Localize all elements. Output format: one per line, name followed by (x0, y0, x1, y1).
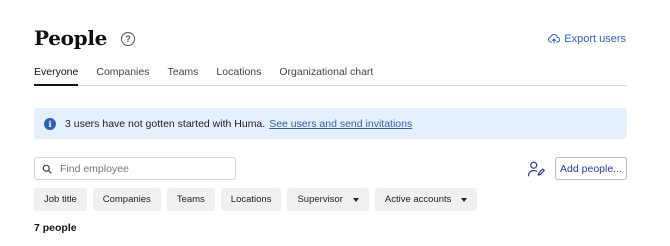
filter-label: Companies (102, 194, 151, 205)
banner-text: 3 users have not gotten started with Hum… (65, 117, 266, 130)
filter-label: Supervisor (297, 194, 343, 205)
filter-label: Job title (44, 194, 77, 205)
export-users-label: Export users (564, 33, 626, 45)
filter-locations[interactable]: Locations (220, 188, 282, 211)
filter-active-accounts[interactable]: Active accounts (374, 188, 478, 211)
filter-companies[interactable]: Companies (92, 188, 161, 211)
tab-everyone[interactable]: Everyone (34, 66, 79, 86)
search-icon (42, 164, 52, 174)
search-field[interactable] (34, 157, 236, 180)
send-invitations-link[interactable]: See users and send invitations (269, 118, 412, 130)
chevron-down-icon (461, 197, 468, 202)
chevron-down-icon (352, 197, 359, 202)
search-input[interactable] (60, 162, 230, 175)
filter-teams[interactable]: Teams (166, 188, 215, 211)
tab-companies[interactable]: Companies (96, 66, 149, 86)
add-people-button[interactable]: Add people... (555, 157, 627, 180)
tab-teams[interactable]: Teams (167, 66, 198, 86)
people-count: 7 people (34, 222, 77, 234)
filter-supervisor[interactable]: Supervisor (287, 188, 369, 211)
info-icon: i (44, 117, 56, 130)
filter-job-title[interactable]: Job title (34, 188, 87, 211)
page-title: People (34, 26, 108, 50)
export-users-button[interactable]: Export users (548, 33, 626, 45)
cloud-upload-icon (548, 34, 561, 44)
filter-bar: Job title Companies Teams Locations Supe… (34, 188, 483, 211)
onboarding-banner: i 3 users have not gotten started with H… (34, 108, 627, 139)
user-edit-icon[interactable] (527, 160, 545, 178)
help-icon[interactable]: ? (121, 32, 136, 46)
filter-label: Teams (176, 194, 205, 205)
tab-bar: Everyone Companies Teams Locations Organ… (34, 66, 627, 86)
page-header: People ? (34, 26, 136, 50)
tab-locations[interactable]: Locations (216, 66, 261, 86)
filter-label: Locations (230, 194, 272, 205)
tab-organizational-chart[interactable]: Organizational chart (279, 66, 373, 86)
filter-label: Active accounts (384, 194, 452, 205)
